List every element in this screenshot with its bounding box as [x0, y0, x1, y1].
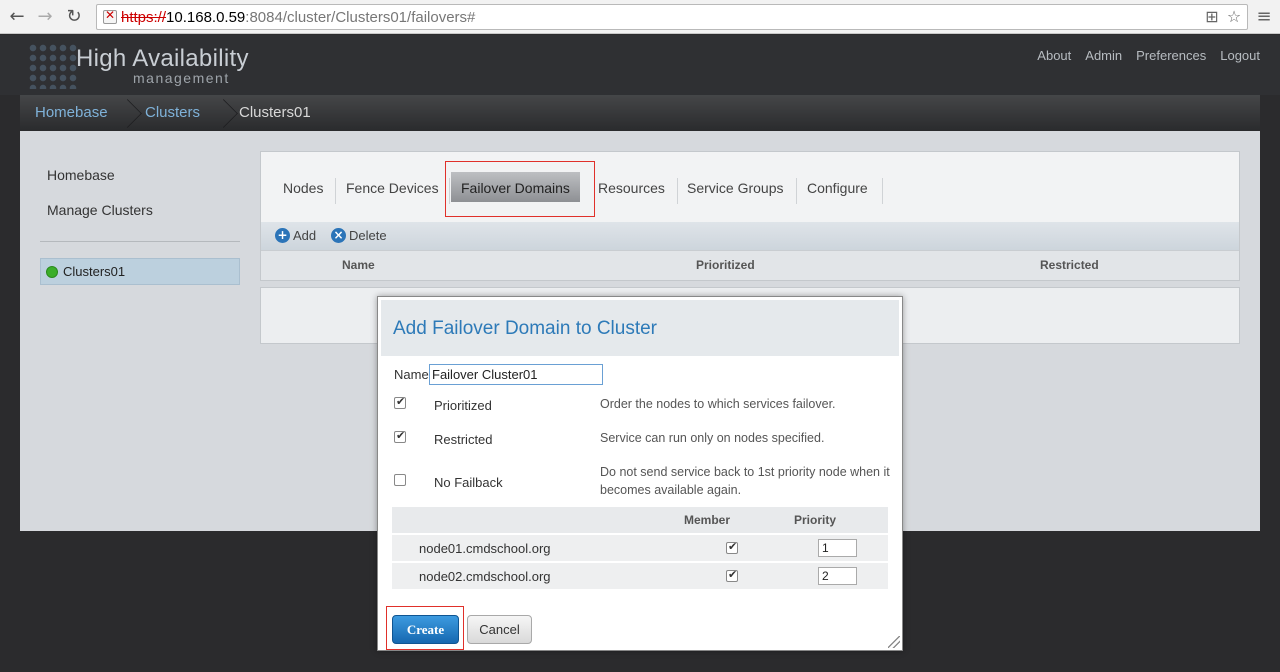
tab-divider — [335, 178, 336, 204]
tab-configure[interactable]: Configure — [807, 180, 868, 196]
tab-nodes[interactable]: Nodes — [283, 180, 323, 196]
add-failover-domain-dialog: Add Failover Domain to Cluster Name Prio… — [377, 296, 903, 651]
tab-highlight-box — [445, 161, 595, 217]
prioritized-label: Prioritized — [434, 398, 492, 413]
top-nav: About Admin Preferences Logout — [1037, 48, 1260, 63]
column-prioritized[interactable]: Prioritized — [696, 258, 755, 272]
create-button[interactable]: Create — [392, 615, 459, 644]
close-icon: × — [331, 228, 346, 243]
tab-bar: Nodes Fence Devices Failover Domains Res… — [261, 152, 1239, 222]
restricted-checkbox[interactable] — [394, 429, 406, 443]
dialog-header: Add Failover Domain to Cluster — [381, 300, 899, 356]
action-toolbar: + Add × Delete — [261, 222, 1239, 250]
add-button[interactable]: + Add — [275, 228, 316, 243]
dialog-title: Add Failover Domain to Cluster — [393, 318, 657, 339]
tab-divider — [882, 178, 883, 204]
sidebar-divider — [40, 241, 240, 242]
breadcrumb-separator — [216, 95, 230, 131]
no-failback-description: Do not send service back to 1st priority… — [600, 465, 890, 497]
no-failback-checkbox[interactable] — [394, 474, 406, 486]
breadcrumb-separator — [120, 95, 134, 131]
tab-fence-devices[interactable]: Fence Devices — [346, 180, 439, 196]
preferences-link[interactable]: Preferences — [1136, 48, 1206, 63]
delete-button[interactable]: × Delete — [331, 228, 387, 243]
column-name[interactable]: Name — [342, 258, 375, 272]
node-table-header: Member Priority — [392, 507, 888, 533]
app-subtitle: management — [133, 70, 230, 86]
bookmark-star-icon[interactable]: ☆ — [1225, 7, 1243, 27]
table-header: Name Prioritized Restricted — [261, 250, 1239, 280]
table-row: node01.cmdschool.org — [392, 535, 888, 561]
cancel-button[interactable]: Cancel — [467, 615, 532, 644]
forward-icon[interactable]: → — [34, 6, 56, 28]
logo-icon — [28, 43, 78, 89]
prioritized-description: Order the nodes to which services failov… — [600, 397, 836, 411]
insecure-lock-icon[interactable] — [103, 8, 117, 24]
tab-divider — [796, 178, 797, 204]
restricted-label: Restricted — [434, 432, 493, 447]
status-online-icon — [46, 266, 58, 278]
table-row: node02.cmdschool.org — [392, 563, 888, 589]
app-title: High Availability — [76, 45, 249, 72]
member-column: Member — [684, 513, 731, 527]
browser-menu-icon[interactable]: ≡ — [1256, 6, 1272, 28]
name-label: Name — [394, 367, 429, 382]
plus-icon: + — [275, 228, 290, 243]
back-icon[interactable]: ← — [6, 6, 28, 28]
column-restricted[interactable]: Restricted — [1040, 258, 1099, 272]
member-checkbox[interactable] — [726, 540, 738, 554]
app-header: High Availability management About Admin… — [0, 35, 1280, 95]
tab-divider — [677, 178, 678, 204]
reload-icon[interactable]: ↻ — [63, 6, 85, 28]
node-name: node02.cmdschool.org — [419, 569, 551, 584]
breadcrumb: Homebase Clusters Clusters01 — [20, 95, 1260, 131]
breadcrumb-homebase[interactable]: Homebase — [35, 104, 108, 121]
breadcrumb-current: Clusters01 — [239, 104, 311, 121]
sidebar-cluster-item[interactable]: Clusters01 — [40, 258, 240, 285]
node-name: node01.cmdschool.org — [419, 541, 551, 556]
name-input[interactable] — [429, 364, 603, 385]
breadcrumb-clusters[interactable]: Clusters — [145, 104, 200, 121]
resize-handle[interactable] — [888, 636, 900, 648]
logout-link[interactable]: Logout — [1220, 48, 1260, 63]
priority-input[interactable] — [818, 567, 857, 585]
translate-icon[interactable]: ⊞ — [1203, 7, 1221, 27]
sidebar-homebase[interactable]: Homebase — [47, 167, 115, 183]
no-failback-label: No Failback — [434, 475, 503, 490]
tab-resources[interactable]: Resources — [598, 180, 665, 196]
priority-column: Priority — [794, 513, 837, 527]
restricted-description: Service can run only on nodes specified. — [600, 431, 825, 445]
url-text: https://10.168.0.59:8084/cluster/Cluster… — [121, 9, 476, 26]
cluster-name: Clusters01 — [63, 264, 126, 279]
prioritized-checkbox[interactable] — [394, 395, 406, 409]
cluster-panel: Nodes Fence Devices Failover Domains Res… — [260, 151, 1240, 281]
admin-link[interactable]: Admin — [1085, 48, 1122, 63]
tab-service-groups[interactable]: Service Groups — [687, 180, 783, 196]
member-checkbox[interactable] — [726, 568, 738, 582]
address-bar[interactable]: https://10.168.0.59:8084/cluster/Cluster… — [96, 4, 1248, 30]
priority-input[interactable] — [818, 539, 857, 557]
about-link[interactable]: About — [1037, 48, 1071, 63]
browser-toolbar: ← → ↻ https://10.168.0.59:8084/cluster/C… — [0, 0, 1280, 34]
sidebar-manage-clusters[interactable]: Manage Clusters — [47, 202, 153, 218]
